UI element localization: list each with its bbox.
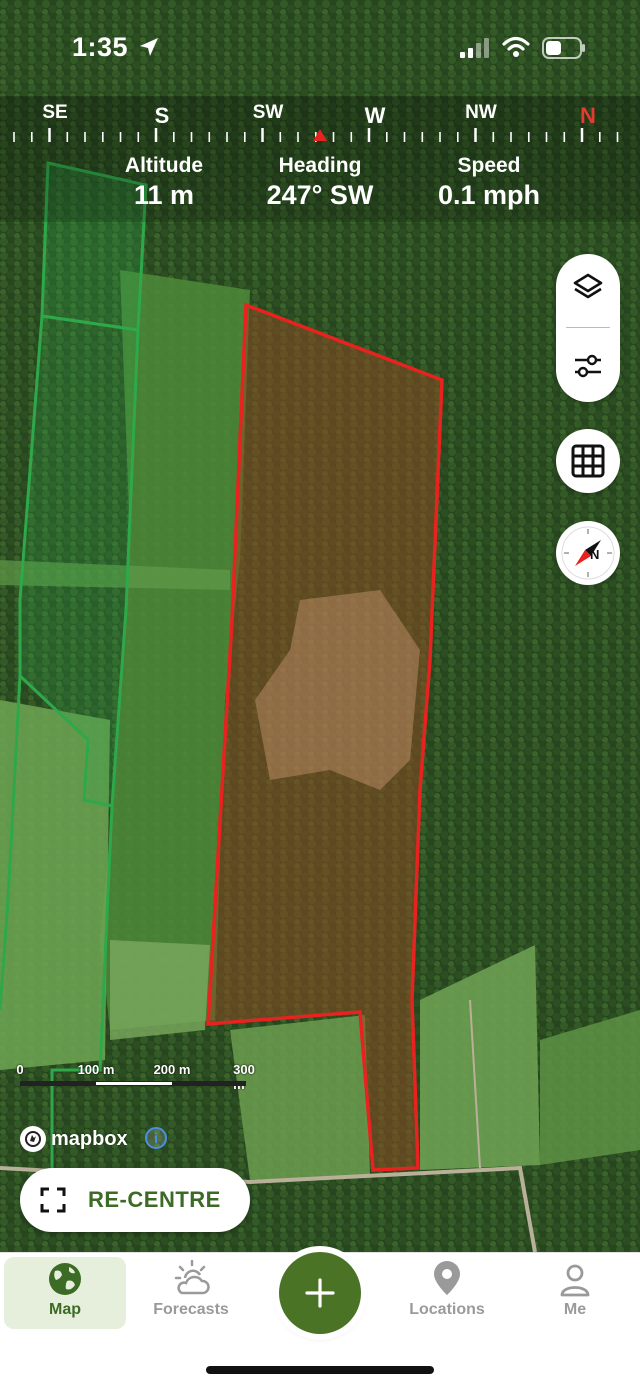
speed-readout: Speed 0.1 mph <box>399 154 579 211</box>
home-indicator <box>206 1366 434 1374</box>
re-centre-label: RE-CENTRE <box>88 1187 221 1212</box>
compass-icon: N <box>561 526 615 580</box>
person-icon <box>560 1264 590 1297</box>
scale-label-100: 100 m <box>77 1062 115 1077</box>
speed-value: 0.1 mph <box>437 180 541 210</box>
compass-label-nw: NW <box>465 102 497 123</box>
partly-cloudy-icon <box>174 1259 210 1295</box>
cellular-signal-icon <box>460 38 489 58</box>
heading-readout: Heading 247° SW <box>230 154 410 211</box>
compass-label-w: W <box>364 103 386 128</box>
info-icon[interactable]: i <box>145 1127 167 1149</box>
layers-icon[interactable] <box>572 272 604 304</box>
compass-label-sw: SW <box>252 102 284 123</box>
map-options-pill <box>556 254 620 402</box>
grid-button[interactable] <box>556 429 620 493</box>
compass-telemetry-panel: SE S SW W NW N Altitude 11 m Heading 247… <box>0 96 640 222</box>
altitude-label: Altitude <box>124 154 204 177</box>
scale-label-200: 200 m <box>153 1062 191 1077</box>
mapbox-wordmark: mapbox <box>51 1127 128 1150</box>
compass-n-glyph: N <box>590 547 599 562</box>
mapbox-attribution[interactable]: mapbox <box>20 1126 128 1152</box>
compass-button[interactable]: N <box>556 521 620 585</box>
heading-label: Heading <box>278 154 362 177</box>
tab-me[interactable]: Me <box>514 1257 636 1329</box>
plus-icon <box>305 1278 335 1308</box>
battery-icon <box>542 37 585 59</box>
location-arrow-icon <box>140 38 158 56</box>
tab-locations-label: Locations <box>409 1301 485 1318</box>
globe-icon <box>49 1263 81 1295</box>
scale-bar <box>20 1081 246 1086</box>
location-pin-icon <box>434 1261 460 1295</box>
altitude-readout: Altitude 11 m <box>74 154 254 211</box>
compass-label-se: SE <box>42 102 68 123</box>
tab-map[interactable]: Map <box>4 1257 126 1329</box>
pill-divider <box>566 327 610 328</box>
tab-locations[interactable]: Locations <box>386 1257 508 1329</box>
status-time: 1:35 <box>72 32 129 62</box>
speed-label: Speed <box>457 154 521 177</box>
add-button[interactable] <box>279 1252 361 1334</box>
tab-me-label: Me <box>563 1301 587 1318</box>
altitude-value: 11 m <box>133 180 195 210</box>
scale-label-300: 300 m <box>233 1062 255 1092</box>
sliders-icon[interactable] <box>572 350 604 382</box>
grid-icon <box>571 444 605 478</box>
compass-label-s: S <box>154 103 170 128</box>
tab-map-label: Map <box>49 1301 81 1318</box>
heading-marker-icon <box>313 129 327 141</box>
wifi-icon <box>502 36 530 57</box>
re-centre-button[interactable]: RE-CENTRE <box>20 1168 250 1232</box>
mapbox-logo-icon <box>20 1126 46 1152</box>
tab-forecasts[interactable]: Forecasts <box>130 1257 252 1329</box>
scale-label-0: 0 <box>16 1062 24 1077</box>
recentre-frame-icon <box>40 1187 66 1213</box>
status-bar: 1:35 <box>0 0 640 96</box>
tab-forecasts-label: Forecasts <box>153 1301 229 1318</box>
heading-value: 247° SW <box>266 180 374 210</box>
compass-label-n: N <box>580 103 596 128</box>
map-scale: 0 100 m 200 m 300 m <box>14 1062 264 1092</box>
